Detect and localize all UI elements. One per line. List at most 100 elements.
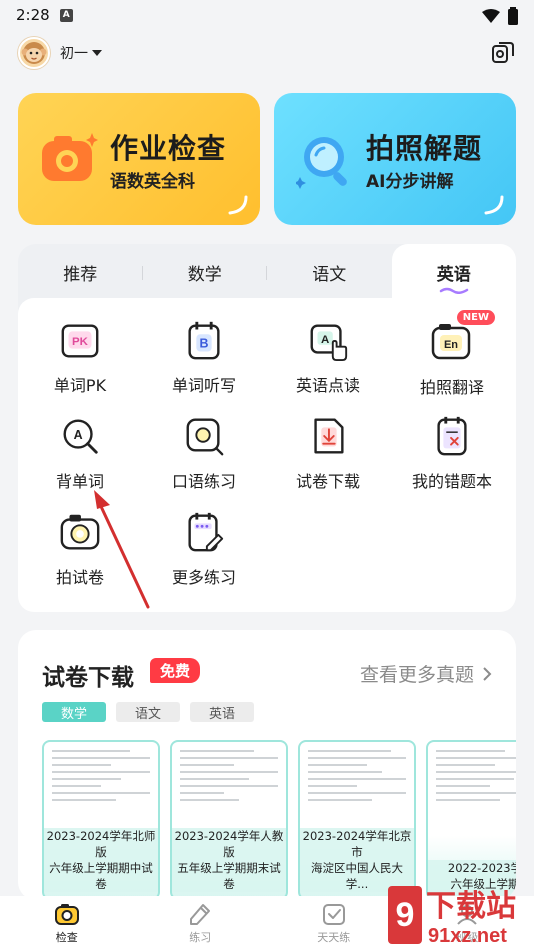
paper-preview [52, 750, 150, 806]
new-badge: NEW [456, 310, 495, 325]
tool-label: 英语点读 [295, 376, 360, 395]
nav-label: 检查 [55, 931, 78, 944]
hero-homework-subtitle: 语数英全科 [110, 172, 195, 192]
nav-check[interactable]: 检查 [0, 896, 134, 950]
subject-tabs: 推荐 数学 语文 英语 [18, 244, 516, 300]
memorize-words-icon: A [63, 419, 98, 454]
svg-text:9: 9 [396, 896, 415, 934]
site-watermark-logo: 9 下载站 91xz.net [388, 886, 516, 947]
tool-label: 拍照翻译 [419, 378, 484, 397]
paper-card[interactable]: 2023-2024学年人教版 五年级上学期期末试卷 [170, 740, 288, 900]
photo-solve-card[interactable]: 拍照解题 AI分步讲解 [274, 93, 516, 225]
practice-pencil-icon [190, 904, 211, 925]
tool-photo-exam[interactable]: 拍试卷 [18, 498, 142, 588]
svg-text:PK: PK [72, 336, 89, 348]
mistake-book-icon [437, 416, 467, 456]
paper-preview [308, 750, 406, 806]
nav-label: 天天练 [317, 931, 351, 944]
paper-card[interactable]: 2022-2023学 六年级上学期 [426, 740, 516, 900]
active-tab-squiggle-icon [439, 287, 468, 294]
nav-practice[interactable]: 练习 [134, 896, 268, 950]
tab-label: 语文 [312, 264, 347, 285]
nav-daily-practice[interactable]: 天天练 [267, 896, 401, 950]
tool-label: 口语练习 [171, 472, 236, 491]
tool-exam-download[interactable]: 试卷下载 [266, 402, 390, 492]
hero-photo-title: 拍照解题 [366, 132, 483, 165]
chip-english[interactable]: 英语 [190, 702, 254, 722]
exam-download-icon [314, 418, 344, 454]
paper-preview [436, 750, 516, 806]
tab-label: 英语 [436, 264, 471, 285]
camera-icon [42, 133, 98, 181]
tools-grid: PK 单词PK B 单词听写 A 英语点读 En NEW 拍照翻译 A 背单词 … [18, 298, 516, 612]
photo-translate-icon-wrap: En NEW [429, 310, 495, 364]
homework-check-card[interactable]: 作业检查 语数英全科 [18, 93, 260, 225]
avatar[interactable] [18, 37, 50, 69]
pk-icon: PK [61, 324, 99, 358]
tool-more-practice[interactable]: 更多练习 [142, 498, 266, 588]
free-badge: 免费 [150, 658, 201, 683]
tab-recommend[interactable]: 推荐 [18, 244, 143, 300]
paper-title-line1: 2023-2024学年北师版 [46, 829, 156, 859]
tool-speaking-practice[interactable]: 口语练习 [142, 402, 266, 492]
tool-word-pk[interactable]: PK 单词PK [18, 306, 142, 396]
tool-english-read[interactable]: A 英语点读 [266, 306, 390, 396]
tab-chinese[interactable]: 语文 [267, 244, 392, 300]
paper-title-line2: 六年级上学期期中试卷 [49, 861, 153, 891]
paper-card[interactable]: 2023-2024学年北师版 六年级上学期期中试卷 [42, 740, 160, 900]
nav-label: 练习 [189, 931, 212, 944]
photo-exam-icon [60, 514, 100, 550]
chevron-right-icon [483, 666, 492, 681]
svg-text:91xz.net: 91xz.net [428, 925, 507, 947]
status-bar: 2:28 A [0, 0, 534, 30]
check-camera-icon [54, 904, 79, 925]
wifi-icon [482, 9, 500, 23]
chevron-down-icon [92, 50, 102, 56]
chip-math[interactable]: 数学 [42, 702, 106, 722]
dictation-icon: B [188, 321, 220, 360]
swoosh-decoration-icon [228, 195, 248, 215]
battery-icon [508, 7, 518, 25]
paper-caption: 2023-2024学年人教版 五年级上学期期末试卷 [172, 828, 286, 892]
tool-label: 试卷下载 [295, 472, 360, 491]
tool-mistake-book[interactable]: 我的错题本 [390, 402, 514, 492]
svg-text:En: En [444, 339, 458, 351]
see-more-link[interactable]: 查看更多真题 [360, 660, 492, 687]
paper-title-line1: 2022-2023学 [447, 861, 516, 875]
subject-panel: 推荐 数学 语文 英语 PK 单词PK B 单词听写 A 英语点读 En NEW… [18, 244, 516, 612]
grade-label: 初一 [60, 46, 88, 62]
status-indicators [482, 7, 518, 25]
paper-title-line1: 2023-2024学年北京市 [302, 829, 412, 859]
swoosh-decoration-icon [484, 195, 504, 215]
svg-text:下载站: 下载站 [426, 889, 516, 924]
top-header: 初一 [18, 36, 516, 70]
daily-practice-icon [322, 904, 345, 925]
section-title: 试卷下载 [42, 665, 134, 691]
tab-label: 推荐 [63, 264, 98, 285]
tab-english[interactable]: 英语 [391, 244, 516, 300]
paper-card[interactable]: 2023-2024学年北京市 海淀区中国人民大学... [298, 740, 416, 900]
tool-label: 单词PK [53, 376, 107, 395]
tool-memorize-words[interactable]: A 背单词 [18, 402, 142, 492]
tab-math[interactable]: 数学 [143, 244, 267, 300]
touch-read-icon: A [310, 324, 348, 362]
paper-caption: 2023-2024学年北师版 六年级上学期期中试卷 [44, 828, 158, 892]
tool-label: 更多练习 [171, 568, 236, 587]
tool-word-dictation[interactable]: B 单词听写 [142, 306, 266, 396]
tool-label: 单词听写 [171, 376, 236, 395]
status-time: 2:28 [16, 6, 50, 24]
monkey-avatar-icon [21, 42, 47, 64]
magnifier-icon [296, 137, 347, 189]
subject-chips: 数学 语文 英语 [42, 702, 254, 722]
tool-label: 背单词 [55, 472, 104, 491]
message-icon[interactable] [490, 40, 516, 66]
tool-photo-translate[interactable]: En NEW 拍照翻译 [390, 306, 514, 397]
hero-photo-subtitle: AI分步讲解 [366, 172, 454, 192]
svg-text:A: A [74, 428, 83, 442]
paper-title-line2: 五年级上学期期末试卷 [177, 861, 281, 891]
hero-homework-title: 作业检查 [110, 132, 227, 165]
svg-text:B: B [200, 337, 209, 351]
grade-selector[interactable]: 初一 [60, 43, 102, 63]
exam-download-section: 试卷下载 免费 查看更多真题 数学 语文 英语 2023-2024学年北师版 六年… [18, 630, 516, 900]
chip-chinese[interactable]: 语文 [116, 702, 180, 722]
